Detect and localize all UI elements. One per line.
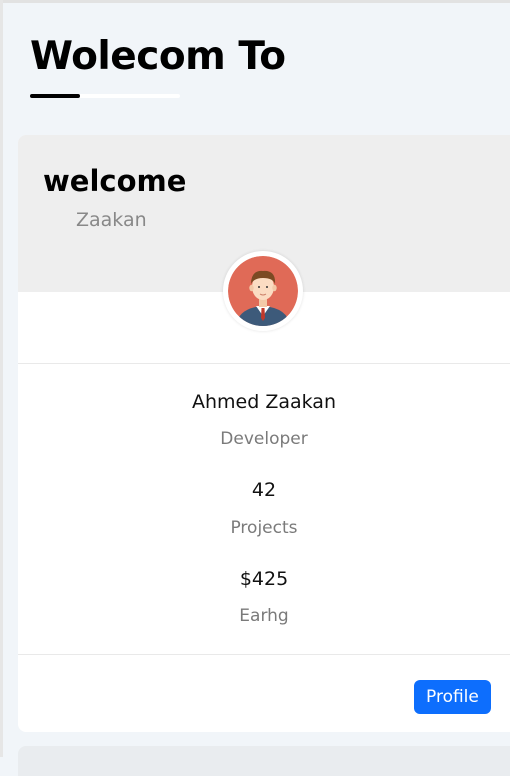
window-left-border: [0, 0, 3, 757]
projects-count: 42: [251, 479, 277, 501]
card-heading: welcome: [43, 164, 187, 198]
page-title: Wolecom To: [30, 34, 286, 79]
user-avatar-icon: [228, 256, 298, 326]
card-footer-divider: [18, 654, 510, 655]
projects-label: Projects: [230, 518, 298, 538]
earnings-value: $425: [239, 568, 289, 590]
profile-role: Developer: [220, 429, 308, 449]
avatar: [223, 251, 303, 331]
profile-button[interactable]: Profile: [414, 680, 491, 714]
profile-name: Ahmed Zaakan: [192, 391, 336, 413]
title-underline-accent: [30, 94, 80, 98]
earnings-label: Earhg: [239, 606, 289, 626]
next-card: [18, 746, 510, 776]
card-divider: [18, 363, 510, 364]
window-top-border: [0, 0, 510, 3]
card-subheading: Zaakan: [76, 209, 147, 231]
profile-card: welcome Zaakan Ahmed Zaakan Developer 42…: [18, 135, 510, 732]
title-underline: [30, 94, 180, 98]
